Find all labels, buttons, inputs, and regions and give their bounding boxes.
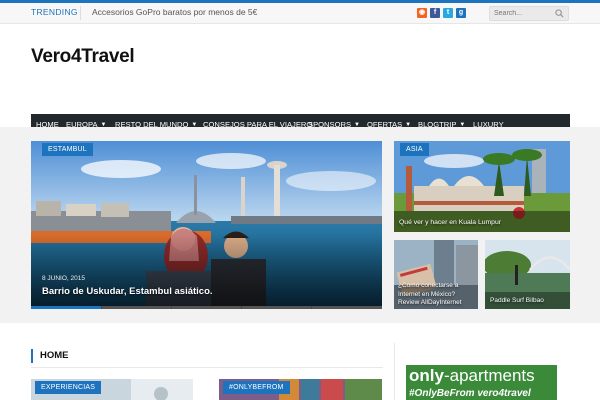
slider-dot[interactable] — [172, 306, 241, 309]
search-icon[interactable] — [555, 9, 564, 18]
post-date: 8 JUNIO, 2015 — [42, 275, 85, 282]
twitter-icon[interactable]: t — [443, 8, 453, 18]
ad-brand-rest: -apartments — [443, 366, 535, 385]
trending-label: TRENDING — [31, 7, 78, 17]
section-accent — [31, 349, 33, 363]
istanbul-photo — [31, 141, 382, 309]
site-logo[interactable]: Vero4Travel — [31, 46, 135, 68]
only-apartments-ad[interactable]: only-apartments #OnlyBeFrom vero4travel — [406, 365, 557, 400]
post-title[interactable]: Paddle Surf Bilbao — [490, 297, 544, 304]
featured-section: ESTAMBUL 8 JUNIO, 2015 Barrio de Uskudar… — [0, 127, 600, 323]
site-header: Vero4Travel HOME EUROPA ▼ RESTO DEL MUNDO… — [0, 24, 600, 136]
featured-main-post[interactable]: ESTAMBUL 8 JUNIO, 2015 Barrio de Uskudar… — [31, 141, 382, 309]
category-tag[interactable]: ASIA — [400, 143, 429, 156]
post-card[interactable]: EXPERIENCIAS — [31, 379, 193, 400]
section-title: HOME — [31, 346, 383, 368]
top-bar: TRENDING Accesorios GoPro baratos por me… — [0, 0, 600, 24]
post-card[interactable]: #ONLYBEFROM — [219, 379, 382, 400]
divider — [394, 343, 395, 400]
ad-logo: only-apartments — [409, 366, 535, 386]
featured-post-bilbao[interactable]: Paddle Surf Bilbao — [485, 240, 570, 309]
category-tag[interactable]: EXPERIENCIAS — [35, 381, 102, 394]
trending-link[interactable]: Accesorios GoPro baratos por menos de 5€ — [92, 7, 257, 17]
facebook-icon[interactable]: f — [430, 8, 440, 18]
rss-icon[interactable]: ◉ — [417, 8, 427, 18]
slider-dot-active[interactable] — [31, 306, 101, 309]
google-plus-icon[interactable]: g — [456, 8, 466, 18]
search-box — [489, 6, 569, 21]
slider-dot[interactable] — [242, 306, 311, 309]
search-input[interactable] — [494, 8, 554, 19]
divider — [80, 6, 81, 20]
category-tag[interactable]: #ONLYBEFROM — [223, 381, 290, 394]
post-title[interactable]: Barrio de Uskudar, Estambul asiático. — [42, 286, 213, 297]
featured-post-mexico[interactable]: ¿Como conectarse a Internet en México? R… — [394, 240, 478, 309]
ad-brand-only: only — [409, 366, 444, 385]
post-title[interactable]: ¿Como conectarse a Internet en México? R… — [398, 282, 478, 308]
section-title-text: HOME — [40, 350, 69, 361]
slider-dot[interactable] — [102, 306, 171, 309]
featured-post-asia[interactable]: ASIA Qué ver y hacer en Kuala Lumpur — [394, 141, 570, 232]
home-section: HOME EXPERIENCIAS #ONLYBEFROM only-apart… — [0, 323, 600, 400]
post-title[interactable]: Qué ver y hacer en Kuala Lumpur — [399, 219, 501, 226]
ad-hashtag: #OnlyBeFrom vero4travel — [409, 388, 531, 399]
slider-pagination — [31, 306, 382, 309]
slider-dot[interactable] — [312, 306, 382, 309]
category-tag[interactable]: ESTAMBUL — [42, 143, 93, 156]
